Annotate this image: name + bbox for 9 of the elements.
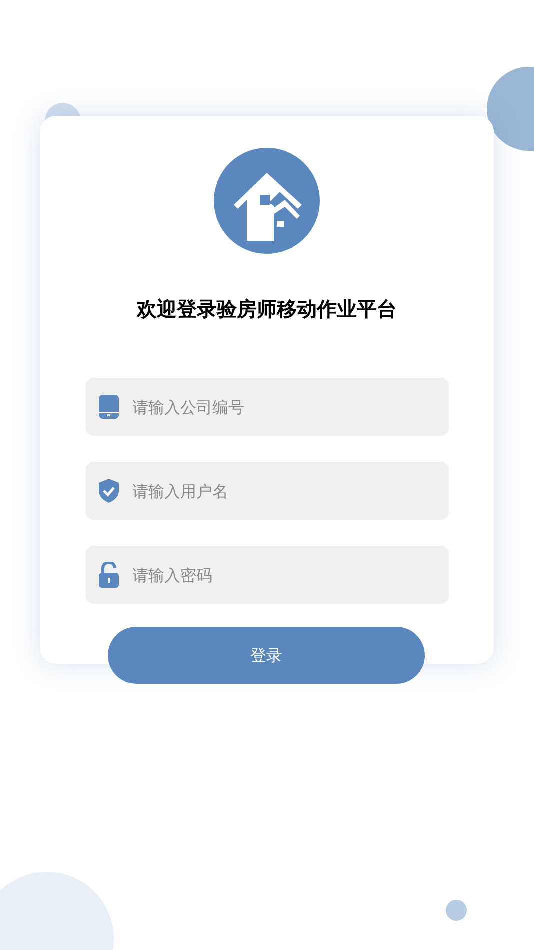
- tablet-icon: [98, 395, 118, 419]
- input-field[interactable]: 请输入用户名: [86, 462, 448, 520]
- login-button[interactable]: 登录: [108, 627, 425, 684]
- welcome-title: 欢迎登录验房师移动作业平台: [137, 296, 397, 323]
- lock-icon: [98, 562, 118, 588]
- house-logo-icon: [214, 148, 320, 254]
- input-field[interactable]: 请输入公司编号: [86, 378, 448, 436]
- input-field[interactable]: 请输入密码: [86, 546, 448, 604]
- shield-icon: [98, 479, 118, 503]
